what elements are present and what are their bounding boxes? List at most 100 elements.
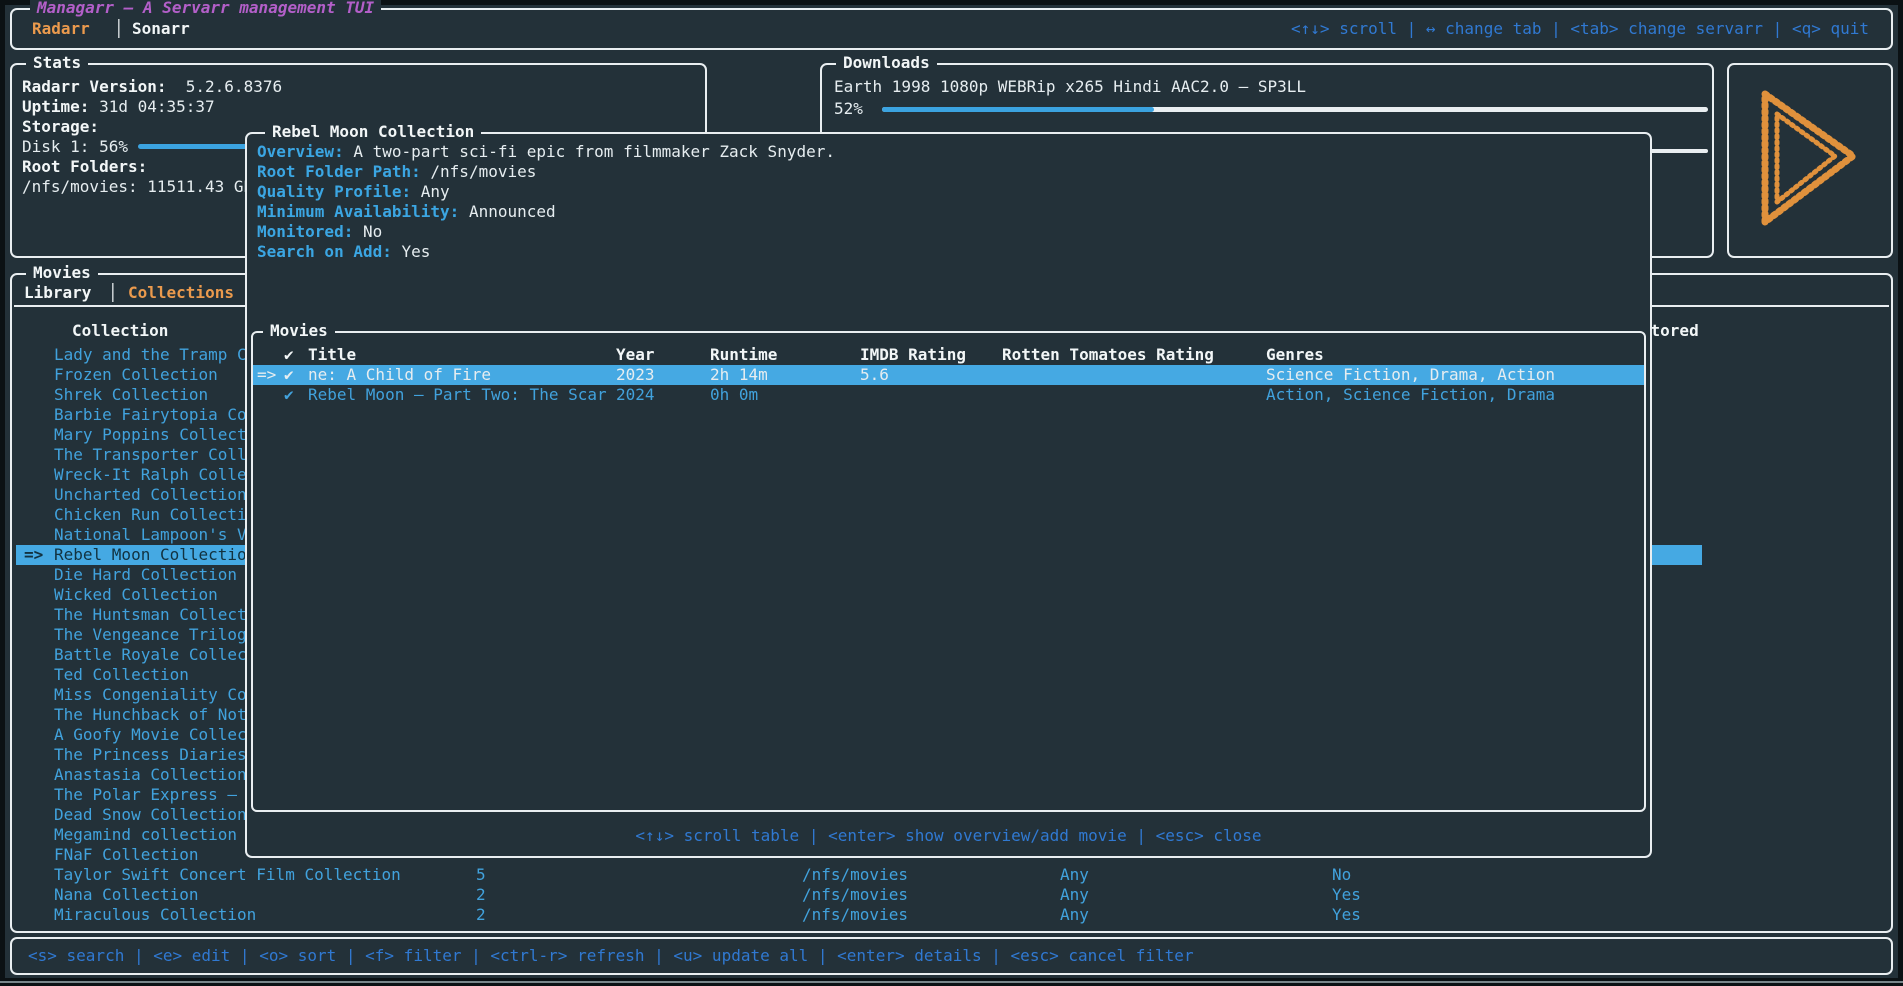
root-folders-label: Root Folders: bbox=[22, 157, 147, 177]
header-panel: Managarr – A Servarr management TUI Rada… bbox=[10, 8, 1893, 50]
collection-movie-count-cell: 2 bbox=[476, 905, 486, 925]
stats-uptime-line: Uptime: 31d 04:35:37 bbox=[22, 97, 215, 117]
collection-quality-cell: Any bbox=[1060, 905, 1089, 925]
modal-table-header-check: ✔ bbox=[284, 345, 294, 365]
modal-selected-row-marker: => bbox=[257, 365, 276, 385]
search-on-add-value: Yes bbox=[402, 242, 431, 261]
stats-version-line: Radarr Version: 5.2.6.8376 bbox=[22, 77, 282, 97]
collection-row[interactable]: The Huntsman Collecti bbox=[54, 605, 252, 625]
radarr-logo-icon bbox=[1735, 80, 1885, 240]
modal-field-quality-profile: Quality Profile: Any bbox=[257, 182, 450, 202]
collection-row[interactable]: The Princess Diaries bbox=[54, 745, 252, 765]
terminal-bottom-line bbox=[0, 981, 1903, 983]
modal-table-header-year: Year bbox=[616, 345, 655, 365]
collection-monitored-cell: Yes bbox=[1332, 885, 1361, 905]
collection-row[interactable]: Lady and the Tramp Co bbox=[54, 345, 252, 365]
collection-movie-count-cell: 2 bbox=[476, 885, 486, 905]
version-label: Radarr Version: bbox=[22, 77, 167, 96]
modal-movie-row-selected[interactable]: =>✔ne: A Child of Fire20232h 14m5.6Scien… bbox=[253, 365, 1644, 385]
collection-row[interactable]: The Vengeance Trilogy bbox=[54, 625, 252, 645]
collection-row[interactable]: Wicked Collection bbox=[54, 585, 252, 605]
collection-row[interactable]: Miss Congeniality Col bbox=[54, 685, 252, 705]
modal-table-header-runtime: Runtime bbox=[710, 345, 777, 365]
modal-table-header-rt: Rotten Tomatoes Rating bbox=[1002, 345, 1214, 365]
download-item-title: Earth 1998 1080p WEBRip x265 Hindi AAC2.… bbox=[834, 77, 1306, 97]
modal-movie-genres-cell: Science Fiction, Drama, Action bbox=[1266, 365, 1555, 385]
movies-tab-separator-1: │ bbox=[108, 283, 118, 303]
disk-label: Disk 1: bbox=[22, 137, 89, 156]
modal-field-min-availability: Minimum Availability: Announced bbox=[257, 202, 556, 222]
root-folder-path-value: /nfs/movies bbox=[430, 162, 536, 181]
collection-name-cell: Taylor Swift Concert Film Collection bbox=[54, 865, 401, 885]
modal-movie-year-cell: 2024 bbox=[616, 385, 655, 405]
collection-row[interactable]: FNaF Collection bbox=[54, 845, 252, 865]
collection-row[interactable]: Battle Royale Collect bbox=[54, 645, 252, 665]
collection-row[interactable]: The Polar Express – C bbox=[54, 785, 252, 805]
collection-row[interactable]: Chicken Run Collectio bbox=[54, 505, 252, 525]
monitored-label: Monitored: bbox=[257, 222, 353, 241]
collection-row[interactable]: Dead Snow Collection bbox=[54, 805, 252, 825]
collection-row[interactable]: Barbie Fairytopia Col bbox=[54, 405, 252, 425]
modal-movie-genres-cell: Action, Science Fiction, Drama bbox=[1266, 385, 1555, 405]
disk-percent: 56% bbox=[99, 137, 128, 156]
collection-path-cell: /nfs/movies bbox=[802, 905, 908, 925]
collection-column-header: Collection bbox=[72, 321, 168, 341]
collection-path-cell: /nfs/movies bbox=[802, 865, 908, 885]
collection-row[interactable]: Wreck-It Ralph Collec bbox=[54, 465, 252, 485]
modal-movie-title-cell: Rebel Moon – Part Two: The Scar bbox=[308, 385, 607, 405]
modal-movie-check-cell: ✔ bbox=[284, 385, 294, 405]
search-on-add-label: Search on Add: bbox=[257, 242, 392, 261]
collection-row[interactable]: Frozen Collection bbox=[54, 365, 252, 385]
modal-footer-keybinds: <↑↓> scroll table | <enter> show overvie… bbox=[247, 826, 1650, 846]
app-title: Managarr – A Servarr management TUI bbox=[30, 0, 381, 17]
disk-usage-line: Disk 1: 56% bbox=[22, 137, 128, 157]
modal-title: Rebel Moon Collection bbox=[265, 122, 481, 141]
modal-table-header-imdb: IMDB Rating bbox=[860, 345, 966, 365]
managarr-tui-screen: Managarr – A Servarr management TUI Rada… bbox=[0, 0, 1903, 986]
collection-row[interactable]: Shrek Collection bbox=[54, 385, 252, 405]
collection-row[interactable]: Megamind collection bbox=[54, 825, 252, 845]
root-folder-path-label: Root Folder Path: bbox=[257, 162, 421, 181]
tab-library[interactable]: Library bbox=[24, 283, 91, 303]
version-value: 5.2.6.8376 bbox=[186, 77, 282, 96]
modal-field-search-on-add: Search on Add: Yes bbox=[257, 242, 430, 262]
downloads-panel-title: Downloads bbox=[836, 53, 937, 72]
logo-panel bbox=[1727, 63, 1893, 258]
minimum-availability-value: Announced bbox=[469, 202, 556, 221]
collection-row[interactable]: The Hunchback of Notr bbox=[54, 705, 252, 725]
selected-collection-name: Rebel Moon Collection bbox=[54, 545, 256, 565]
bottom-bar: <s> search | <e> edit | <o> sort | <f> f… bbox=[10, 937, 1893, 975]
collection-row[interactable]: National Lampoon's Va bbox=[54, 525, 252, 545]
modal-movie-year-cell: 2023 bbox=[616, 365, 655, 385]
monitored-value: No bbox=[363, 222, 382, 241]
tab-sonarr[interactable]: Sonarr bbox=[132, 19, 190, 39]
overview-label: Overview: bbox=[257, 142, 344, 161]
collection-row[interactable]: Uncharted Collection bbox=[54, 485, 252, 505]
collection-row[interactable]: Ted Collection bbox=[54, 665, 252, 685]
collection-row[interactable]: Mary Poppins Collecti bbox=[54, 425, 252, 445]
storage-label: Storage: bbox=[22, 117, 99, 137]
download2-progress-sliver bbox=[1648, 149, 1708, 153]
tab-collections[interactable]: Collections bbox=[128, 283, 234, 303]
root-folder-value: /nfs/movies: 11511.43 GB bbox=[22, 177, 253, 197]
bottom-bar-keybinds: <s> search | <e> edit | <o> sort | <f> f… bbox=[28, 946, 1194, 966]
modal-movies-subpanel-title: Movies bbox=[263, 321, 335, 340]
servarr-tab-separator: │ bbox=[114, 19, 124, 39]
collection-monitored-cell: Yes bbox=[1332, 905, 1361, 925]
collection-row[interactable]: Anastasia Collection bbox=[54, 765, 252, 785]
collection-row[interactable]: A Goofy Movie Collect bbox=[54, 725, 252, 745]
modal-field-root-folder: Root Folder Path: /nfs/movies bbox=[257, 162, 536, 182]
tab-radarr[interactable]: Radarr bbox=[32, 19, 90, 39]
collection-row[interactable]: The Transporter Colle bbox=[54, 445, 252, 465]
overview-value: A two-part sci-fi epic from filmmaker Za… bbox=[353, 142, 835, 161]
collection-quality-cell: Any bbox=[1060, 865, 1089, 885]
modal-movie-title-cell: ne: A Child of Fire bbox=[308, 365, 491, 385]
collection-monitored-cell: No bbox=[1332, 865, 1351, 885]
download-progressbar bbox=[882, 107, 1154, 112]
selected-row-marker: => bbox=[24, 545, 43, 565]
collection-quality-cell: Any bbox=[1060, 885, 1089, 905]
minimum-availability-label: Minimum Availability: bbox=[257, 202, 459, 221]
movies-panel-title: Movies bbox=[26, 263, 98, 282]
modal-table-header-genres: Genres bbox=[1266, 345, 1324, 365]
collection-row[interactable]: Die Hard Collection bbox=[54, 565, 252, 585]
